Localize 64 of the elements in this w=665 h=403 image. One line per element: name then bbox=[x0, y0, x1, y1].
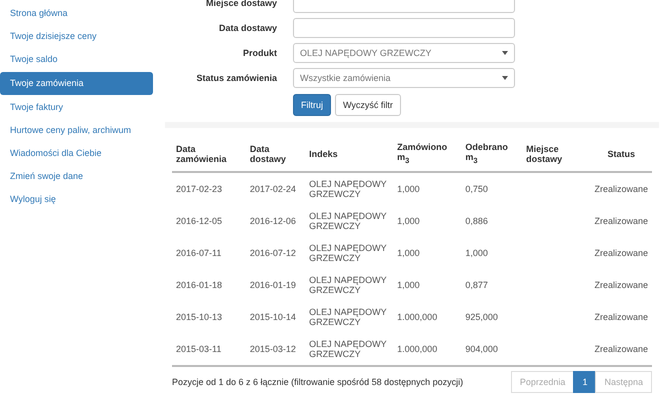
table-cell-text: 925,000 bbox=[464, 311, 499, 324]
sidebar-item[interactable]: Zmień swoje dane bbox=[0, 166, 153, 187]
table-cell-text: Zrealizowane bbox=[593, 215, 649, 228]
table-cell: 2015-03-11 bbox=[172, 333, 246, 366]
filter-button[interactable]: Filtruj bbox=[293, 94, 331, 116]
sidebar-item[interactable]: Wyloguj się bbox=[0, 189, 153, 210]
table-cell-text: 0,886 bbox=[464, 215, 489, 228]
table-cell-text: 2016-01-18 bbox=[175, 279, 224, 292]
table-cell-text: 2015-10-14 bbox=[248, 311, 297, 324]
sidebar-item[interactable]: Strona główna bbox=[0, 3, 153, 24]
column-header: Miejsce dostawy bbox=[522, 136, 590, 172]
field-label: Status zamówienia bbox=[195, 73, 277, 83]
table-cell: 904,000 bbox=[461, 333, 522, 366]
table-cell-text: OLEJ NAPĘDOWY GRZEWCZY bbox=[308, 210, 388, 233]
sidebar-item[interactable]: Wiadomości dla Ciebie bbox=[0, 143, 153, 164]
table-cell-text: 1,000 bbox=[396, 279, 421, 292]
sidebar-item[interactable]: Twoje zamówienia bbox=[0, 72, 153, 95]
input-field[interactable] bbox=[293, 18, 515, 38]
select-field[interactable]: Wszystkie zamówienia bbox=[293, 68, 515, 88]
field-label: Produkt bbox=[242, 48, 277, 58]
table-cell-text: OLEJ NAPĘDOWY GRZEWCZY bbox=[308, 242, 388, 265]
table-cell-text: 2016-12-05 bbox=[175, 215, 224, 228]
table-cell: 1,000 bbox=[393, 172, 462, 205]
table-cell-text: 1,000 bbox=[464, 247, 489, 260]
table-cell: Zrealizowane bbox=[590, 333, 652, 366]
column-header: Odebrano m$_{3}$ bbox=[461, 136, 522, 172]
table-cell-text: 1,000 bbox=[396, 247, 421, 260]
table-info: Pozycje od 1 do 6 z 6 łącznie (filtrowanie spośród 58 dostępnych pozycji) bbox=[172, 377, 464, 387]
table-cell-text: 2016-12-06 bbox=[248, 215, 297, 228]
clear-button[interactable]: Wyczyść filtr bbox=[335, 94, 401, 116]
table-cell-text: 2016-01-19 bbox=[248, 279, 297, 292]
select-field[interactable]: OLEJ NAPĘDOWY GRZEWCZY bbox=[293, 43, 515, 63]
table-cell: Zrealizowane bbox=[590, 172, 652, 205]
table-cell: OLEJ NAPĘDOWY GRZEWCZY bbox=[305, 333, 394, 366]
table-cell: 1.000,000 bbox=[393, 333, 462, 366]
caret-icon bbox=[502, 76, 508, 80]
sidebar-item[interactable]: Hurtowe ceny paliw, archiwum bbox=[0, 120, 153, 141]
table-cell: 2017-02-23 bbox=[172, 172, 246, 205]
table-cell-text: OLEJ NAPĘDOWY GRZEWCZY bbox=[308, 274, 388, 297]
sidebar-item[interactable]: Twoje faktury bbox=[0, 97, 153, 118]
table-cell-text: Zrealizowane bbox=[593, 311, 649, 324]
column-header: Status bbox=[590, 136, 652, 172]
table-cell: 0,750 bbox=[461, 172, 522, 205]
table-cell-text: Zrealizowane bbox=[593, 247, 649, 260]
sidebar-item[interactable]: Twoje saldo bbox=[0, 49, 153, 70]
table-cell: 2017-02-24 bbox=[246, 172, 306, 205]
table-cell: OLEJ NAPĘDOWY GRZEWCZY bbox=[305, 172, 394, 205]
table-cell-text: 2016-07-11 bbox=[175, 247, 222, 260]
table-cell-text: 1,000 bbox=[396, 215, 421, 228]
table-cell-text: OLEJ NAPĘDOWY GRZEWCZY bbox=[308, 306, 388, 329]
table-cell-text: 2015-10-13 bbox=[175, 311, 224, 324]
column-header: Zamówiono m$_{3}$ bbox=[393, 136, 462, 172]
table-cell-text: 0,877 bbox=[464, 279, 489, 292]
table-cell-text: 2016-07-12 bbox=[248, 247, 297, 260]
field-label: Data dostawy bbox=[218, 23, 277, 33]
sidebar-item[interactable]: Twoje dzisiejsze ceny bbox=[0, 26, 153, 47]
column-header: Data zamówienia bbox=[172, 136, 246, 172]
column-header: Data dostawy bbox=[246, 136, 306, 172]
table-cell: 2015-03-12 bbox=[246, 333, 306, 366]
table-cell-text: Zrealizowane bbox=[593, 279, 649, 292]
caret-icon bbox=[502, 51, 508, 55]
table-cell-text: 1.000,000 bbox=[396, 311, 438, 324]
column-header: Indeks bbox=[305, 136, 394, 172]
page-button[interactable]: 1 bbox=[573, 371, 596, 393]
